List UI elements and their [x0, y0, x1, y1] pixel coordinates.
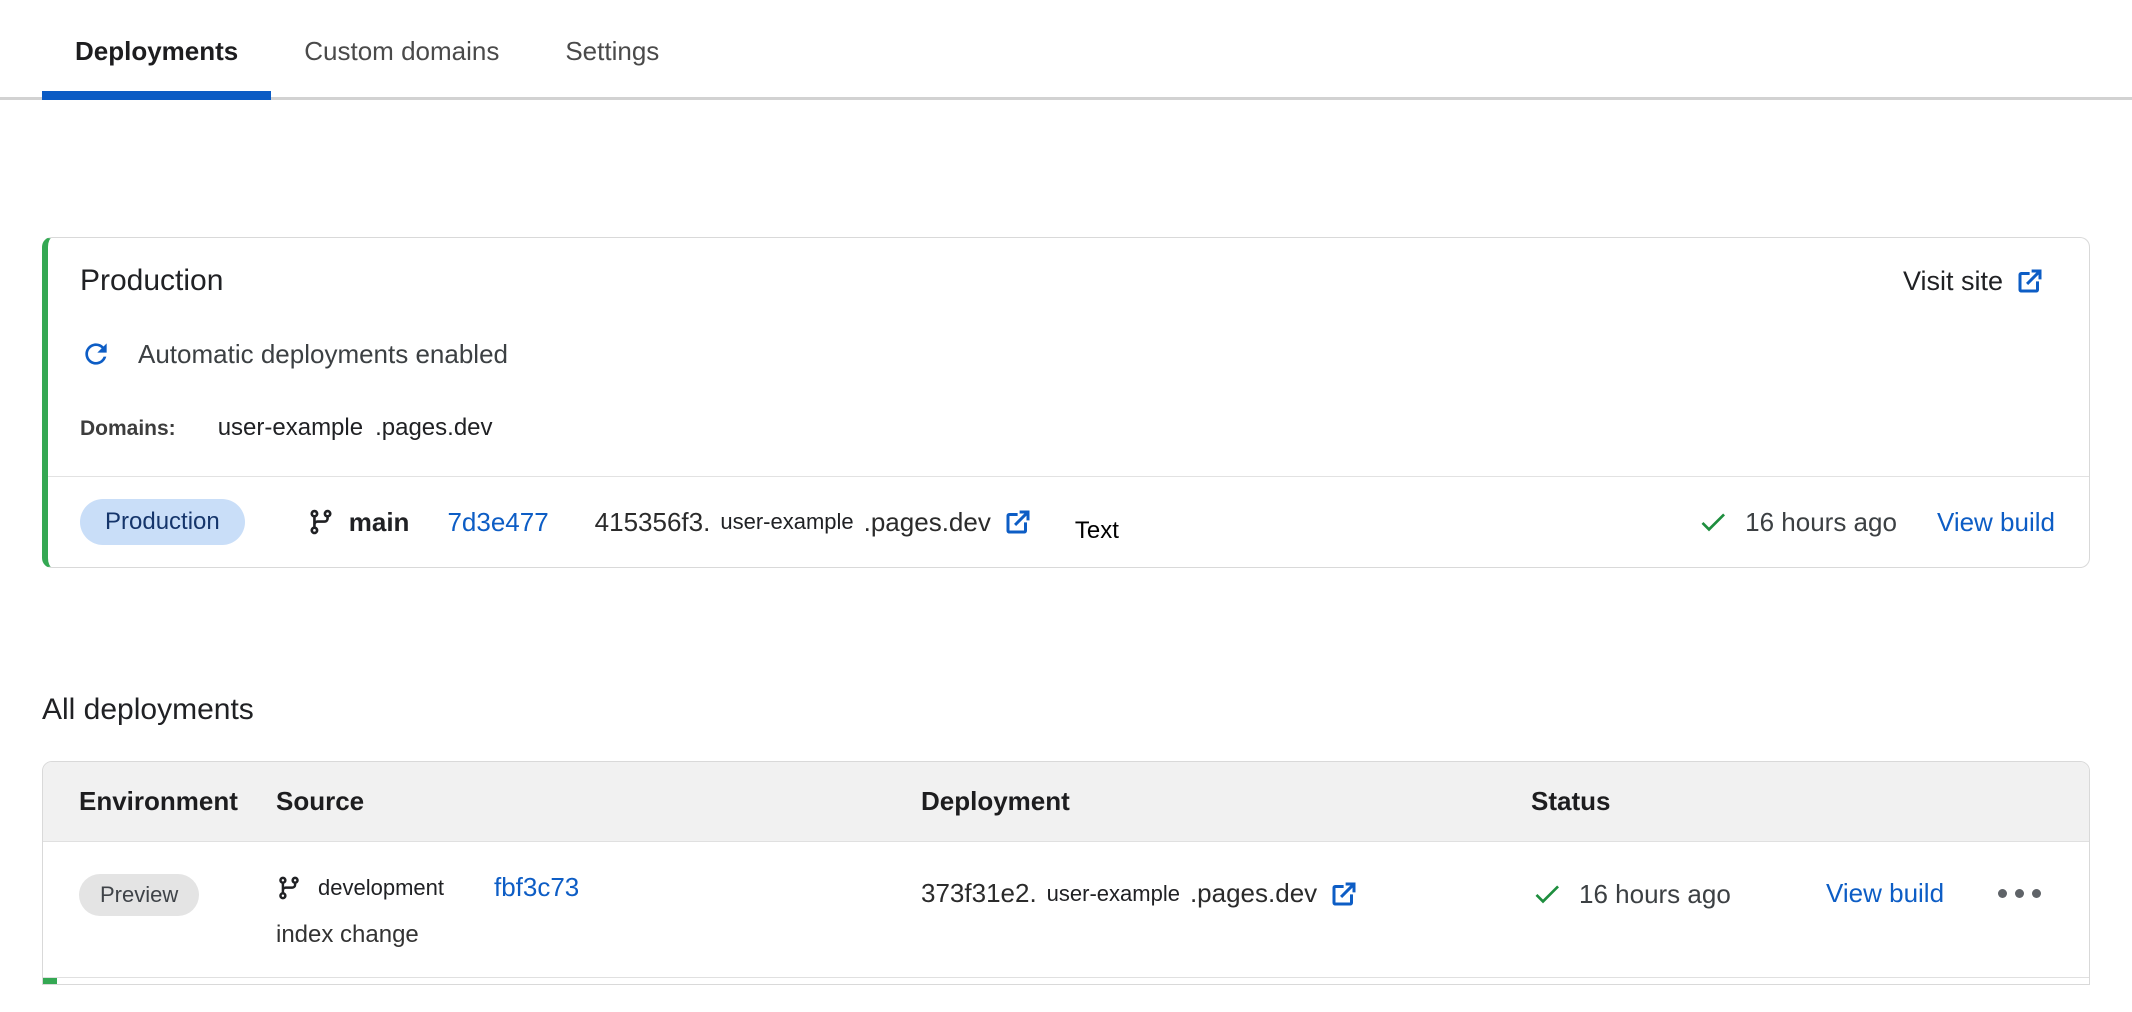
table-row: Preview development fbf3c73 index change… — [43, 842, 2089, 977]
table-header-row: Environment Source Deployment Status — [43, 762, 2089, 842]
column-header-environment: Environment — [79, 786, 276, 817]
check-icon — [1531, 878, 1563, 910]
column-header-status: Status — [1531, 786, 1826, 817]
production-card-title: Production — [80, 264, 223, 298]
column-header-deployment: Deployment — [921, 786, 1531, 817]
check-icon — [1697, 506, 1729, 538]
external-link-icon[interactable] — [1329, 879, 1359, 909]
row-note-text: Text — [1075, 517, 1119, 545]
branch-name: development — [318, 875, 444, 901]
environment-badge-preview: Preview — [79, 874, 199, 916]
production-card: Production Visit site Automatic deploym — [42, 237, 2090, 568]
commit-hash-link[interactable]: 7d3e477 — [447, 507, 548, 538]
status-time: 16 hours ago — [1745, 507, 1897, 538]
visit-site-label: Visit site — [1903, 266, 2003, 297]
deployment-url-prefix: 373f31e2. — [921, 878, 1037, 909]
tab-deployments[interactable]: Deployments — [42, 36, 271, 97]
view-build-link[interactable]: View build — [1937, 507, 2055, 538]
git-branch-icon — [276, 875, 302, 901]
domains-label: Domains: — [80, 417, 176, 441]
commit-hash-link[interactable]: fbf3c73 — [494, 872, 579, 903]
branch-name: main — [349, 507, 410, 538]
view-build-link[interactable]: View build — [1826, 878, 1944, 909]
visit-site-link[interactable]: Visit site — [1903, 266, 2045, 297]
next-row-partial — [43, 977, 2089, 984]
external-link-icon[interactable] — [1003, 507, 1033, 537]
status-time: 16 hours ago — [1579, 879, 1731, 910]
production-deployment-row: Production main 7d3e477 415356f3. user-e… — [48, 477, 2089, 567]
deployment-url-suffix: .pages.dev — [864, 507, 991, 538]
deployments-table: Environment Source Deployment Status Pre… — [42, 761, 2090, 985]
refresh-icon — [80, 338, 112, 370]
external-link-icon — [2015, 266, 2045, 296]
tab-custom-domains[interactable]: Custom domains — [271, 36, 532, 97]
environment-badge-production: Production — [80, 499, 245, 545]
domain-suffix: .pages.dev — [375, 414, 492, 442]
tab-settings[interactable]: Settings — [532, 36, 692, 97]
deployment-url-suffix: .pages.dev — [1190, 878, 1317, 909]
commit-message: index change — [276, 921, 921, 949]
auto-deployments-text: Automatic deployments enabled — [138, 339, 508, 370]
git-branch-icon — [307, 508, 335, 536]
column-header-source: Source — [276, 786, 921, 817]
domain-name: user-example — [218, 414, 363, 442]
deployment-url-domain: user-example — [720, 509, 853, 535]
tab-bar: Deployments Custom domains Settings — [0, 0, 2132, 100]
deployment-url-domain: user-example — [1047, 881, 1180, 907]
all-deployments-heading: All deployments — [42, 693, 2090, 727]
overflow-menu-icon[interactable] — [1994, 879, 2045, 908]
deployment-url-prefix: 415356f3. — [595, 507, 711, 538]
